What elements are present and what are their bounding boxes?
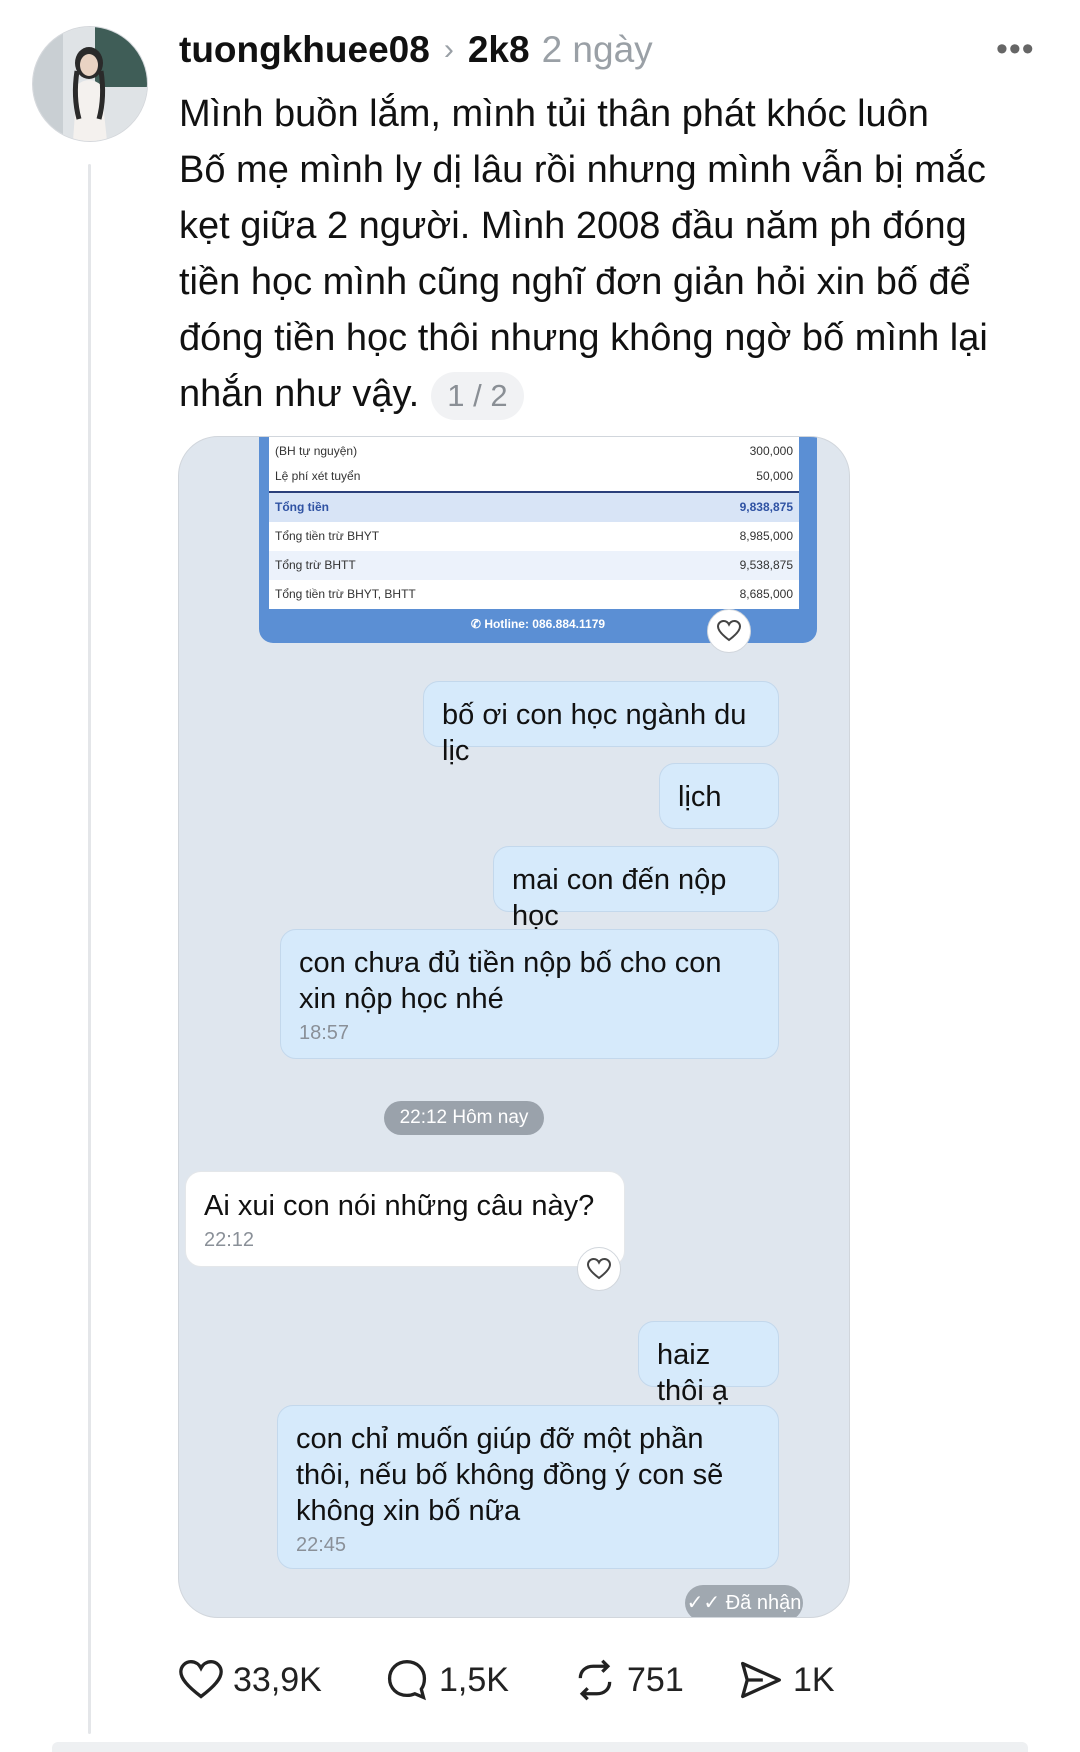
- row-value: 9,838,875: [739, 500, 793, 514]
- more-icon[interactable]: •••: [996, 30, 1035, 69]
- invoice-table: (BH tự nguyện) 300,000 Lệ phí xét tuyển 50…: [269, 437, 799, 609]
- row-label: Tổng tiền trừ BHYT, BHTT: [275, 587, 416, 601]
- like-count: 33,9K: [233, 1660, 322, 1699]
- message-text: Ai xui con nói những câu này?: [204, 1190, 595, 1222]
- row-value: 50,000: [756, 469, 793, 483]
- row-value: 9,538,875: [739, 558, 793, 572]
- row-label: Tổng tiền: [275, 500, 329, 514]
- message-text: lịch: [678, 781, 722, 813]
- chat-message-outgoing: lịch: [659, 763, 779, 829]
- message-text: mai con đến nộp học: [512, 864, 727, 932]
- repost-icon: [578, 1659, 612, 1701]
- share-button[interactable]: 1K: [739, 1652, 835, 1708]
- table-row: Tổng tiền trừ BHYT, BHTT 8,685,000: [269, 580, 799, 609]
- chevron-right-icon: ›: [443, 33, 454, 66]
- post-line: kẹt giữa 2 người. Mình 2008 đầu năm ph đ…: [179, 205, 967, 247]
- message-time: 18:57: [299, 1022, 350, 1044]
- row-value: 300,000: [749, 444, 793, 458]
- table-row: Tổng tiền trừ BHYT 8,985,000: [269, 522, 799, 551]
- avatar[interactable]: [32, 26, 148, 142]
- message-text: haiz thôi ạ: [657, 1339, 728, 1407]
- username[interactable]: tuongkhuee08: [179, 29, 430, 71]
- reaction-heart-icon[interactable]: [577, 1247, 621, 1291]
- chat-message-incoming: Ai xui con nói những câu này? 22:12: [185, 1171, 625, 1267]
- page-indicator: 1 / 2: [431, 371, 524, 420]
- hotline-text: Hotline: 086.884.1179: [484, 617, 606, 631]
- double-check-icon: ✓✓: [686, 1592, 726, 1614]
- thread-line: [88, 164, 91, 1734]
- post-header: tuongkhuee08 › 2k8 2 ngày: [179, 26, 653, 74]
- topic-tag[interactable]: 2k8: [468, 29, 530, 71]
- post-divider: [52, 1742, 1028, 1752]
- comment-button[interactable]: 1,5K: [385, 1652, 509, 1708]
- post-line: nhắn như vậy.: [179, 373, 420, 415]
- heart-icon: [179, 1660, 223, 1699]
- comment-icon: [387, 1660, 427, 1701]
- row-value: 8,985,000: [739, 529, 793, 543]
- message-text: con chỉ muốn giúp đỡ một phần thôi, nếu …: [296, 1423, 724, 1527]
- table-row: Tổng trừ BHTT 9,538,875: [269, 551, 799, 580]
- row-label: (BH tự nguyện): [275, 444, 358, 458]
- post-line-last: nhắn như vậy. 1 / 2: [179, 366, 1029, 422]
- read-receipt: ✓✓ Đã nhận: [685, 1585, 803, 1617]
- message-text: con chưa đủ tiền nộp bố cho con xin nộp …: [299, 947, 722, 1015]
- share-icon: [741, 1661, 781, 1699]
- row-value: 8,685,000: [739, 587, 793, 601]
- row-label: Tổng trừ BHTT: [275, 558, 356, 572]
- post-line: Bố mẹ mình ly dị lâu rồi nhưng mình vẫn …: [179, 149, 986, 191]
- share-count: 1K: [793, 1660, 835, 1699]
- chat-message-outgoing: mai con đến nộp học: [493, 846, 779, 932]
- post-line: tiền học mình cũng nghĩ đơn giản hỏi xin…: [179, 261, 971, 303]
- message-time: 22:45: [296, 1534, 347, 1556]
- chat-message-outgoing: bố ơi con học ngành du lịc: [423, 681, 779, 767]
- avatar-image: [33, 27, 147, 141]
- post-line: đóng tiền học thôi nhưng không ngờ bố mì…: [179, 317, 988, 359]
- message-time: 22:12: [204, 1229, 255, 1251]
- table-row: (BH tự nguyện) 300,000: [269, 437, 799, 462]
- row-label: Tổng tiền trừ BHYT: [275, 529, 380, 543]
- post-text: Mình buồn lắm, mình tủi thân phát khóc l…: [179, 86, 1029, 422]
- comment-count: 1,5K: [439, 1660, 509, 1699]
- table-row: Tổng tiền 9,838,875: [269, 491, 799, 522]
- attached-screenshot[interactable]: (BH tự nguyện) 300,000 Lệ phí xét tuyển 50…: [178, 436, 850, 1618]
- repost-button[interactable]: 751: [573, 1652, 684, 1708]
- chat-message-outgoing: con chưa đủ tiền nộp bố cho con xin nộp …: [280, 929, 779, 1059]
- message-text: bố ơi con học ngành du lịc: [442, 699, 747, 767]
- chat-message-outgoing: con chỉ muốn giúp đỡ một phần thôi, nếu …: [277, 1405, 779, 1569]
- post-line: Mình buồn lắm, mình tủi thân phát khóc l…: [179, 93, 929, 135]
- phone-icon: ✆: [470, 617, 485, 631]
- like-button[interactable]: 33,9K: [179, 1652, 322, 1708]
- repost-count: 751: [627, 1660, 684, 1699]
- reaction-heart-icon[interactable]: [707, 609, 751, 653]
- read-status: Đã nhận: [725, 1592, 802, 1614]
- post-time: 2 ngày: [541, 29, 653, 70]
- table-row: Lệ phí xét tuyển 50,000: [269, 462, 799, 491]
- day-separator: 22:12 Hôm nay: [384, 1101, 544, 1135]
- row-label: Lệ phí xét tuyển: [275, 469, 361, 483]
- chat-message-outgoing: haiz thôi ạ: [638, 1321, 779, 1407]
